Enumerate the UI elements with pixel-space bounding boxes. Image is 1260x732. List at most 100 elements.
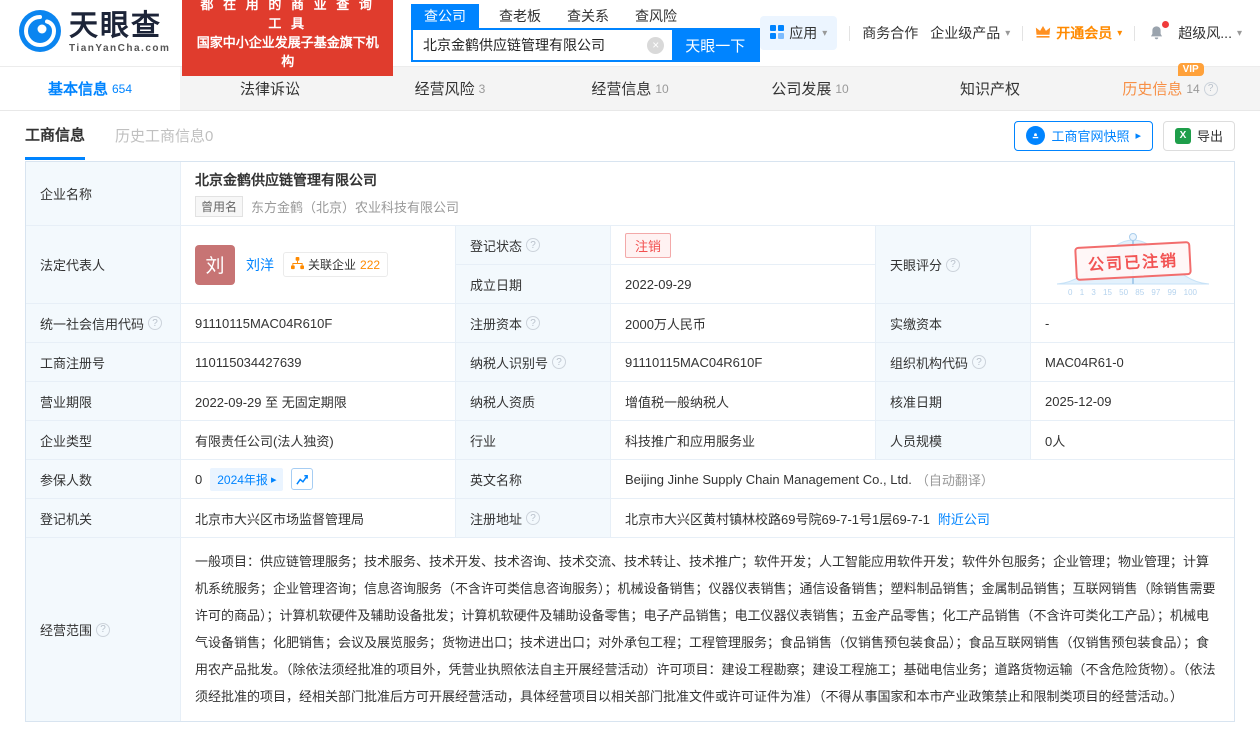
nav-super-risk-label: 超级风...	[1178, 25, 1232, 41]
field-value-company-name: 北京金鹤供应链管理有限公司 曾用名 东方金鹤（北京）农业科技有限公司	[181, 162, 1234, 226]
clear-search-icon[interactable]: ×	[647, 36, 665, 54]
excel-icon: X	[1174, 127, 1191, 144]
field-value-industry: 科技推广和应用服务业	[611, 421, 876, 460]
nearby-companies-link[interactable]: 附近公司	[938, 509, 990, 528]
field-label-taxpayer-quality: 纳税人资质	[456, 382, 611, 421]
official-snapshot-button[interactable]: 工商官网快照 ▸	[1014, 120, 1153, 151]
help-icon[interactable]: ?	[1203, 81, 1218, 96]
chevron-down-icon: ▾	[822, 27, 828, 39]
tab-count: 14	[1186, 81, 1200, 96]
field-value-taxpayer-id: 91110115MAC04R610F	[611, 343, 876, 382]
former-name: 东方金鹤（北京）农业科技有限公司	[251, 200, 460, 215]
subtab-business-info[interactable]: 工商信息	[25, 111, 86, 160]
tab-operating-info[interactable]: 经营信息 10	[540, 67, 720, 110]
nav-apps-label: 应用	[789, 25, 818, 41]
field-label-registration-number: 工商注册号	[26, 343, 181, 382]
help-icon[interactable]: ?	[552, 355, 567, 369]
export-label: 导出	[1196, 129, 1223, 144]
value-text: 2025-12-09	[1045, 393, 1112, 409]
registered-address: 北京市大兴区黄村镇林校路69号院69-7-1号1层69-7-1	[625, 511, 930, 527]
tab-history-info[interactable]: VIP 历史信息 14 ?	[1080, 63, 1260, 110]
tab-label: 经营信息	[591, 81, 652, 98]
field-label-registered-capital: 注册资本 ?	[456, 304, 611, 343]
label-text: 实缴资本	[890, 316, 943, 332]
tab-legal-proceedings[interactable]: 法律诉讼	[180, 67, 360, 110]
value-text: 2022-09-29 至 无固定期限	[195, 394, 347, 410]
chevron-down-icon: ▾	[1117, 27, 1123, 39]
related-companies-badge[interactable]: 关联企业 222	[283, 252, 389, 277]
value-text: -	[1045, 315, 1050, 331]
search-tab-company[interactable]: 查公司	[411, 4, 479, 28]
logo-eye-icon	[18, 9, 62, 58]
avatar[interactable]: 刘	[195, 244, 235, 285]
help-icon[interactable]: ?	[526, 316, 541, 330]
label-text: 统一社会信用代码	[40, 316, 145, 332]
label-text: 企业类型	[40, 433, 93, 449]
tab-company-development[interactable]: 公司发展 10	[720, 67, 900, 110]
field-label-org-code: 组织机构代码 ?	[876, 343, 1031, 382]
label-text: 营业期限	[40, 394, 93, 410]
tab-intellectual-property[interactable]: 知识产权	[900, 67, 1080, 110]
field-value-uscc: 91110115MAC04R610F	[181, 304, 456, 343]
tab-operating-risk[interactable]: 经营风险 3	[360, 67, 540, 110]
notifications-bell-icon[interactable]	[1147, 20, 1170, 43]
help-icon[interactable]: ?	[148, 316, 163, 330]
label-text: 登记机关	[40, 511, 93, 527]
field-label-tianyan-score: 天眼评分 ?	[876, 226, 1031, 304]
org-chart-icon	[291, 256, 304, 273]
field-label-business-scope: 经营范围 ?	[26, 538, 181, 721]
field-value-tianyan-score: 0 1 3 15 50 85 97 99 100 公司已注销	[1031, 226, 1234, 304]
help-icon[interactable]: ?	[946, 257, 961, 272]
arrow-right-icon: ▸	[270, 473, 277, 486]
nav-enterprise-products[interactable]: 企业级产品 ▾	[930, 23, 1010, 43]
tab-label: 经营风险	[414, 81, 475, 98]
insured-count: 0	[195, 471, 203, 487]
field-label-registration-authority: 登记机关	[26, 499, 181, 538]
legal-representative-link[interactable]: 刘洋	[246, 255, 274, 275]
help-icon[interactable]: ?	[972, 355, 987, 369]
export-button[interactable]: X 导出	[1162, 120, 1235, 151]
field-value-taxpayer-quality: 增值税一般纳税人	[611, 382, 876, 421]
value-text: 北京市大兴区市场监督管理局	[195, 511, 365, 527]
field-value-registered-capital: 2000万人民币	[611, 304, 876, 343]
trend-chart-icon[interactable]	[291, 468, 314, 490]
stamp-icon	[1026, 126, 1046, 145]
help-icon[interactable]: ?	[96, 622, 111, 637]
search-tab-boss[interactable]: 查老板	[499, 6, 541, 26]
business-scope-text: 一般项目：供应链管理服务；技术服务、技术开发、技术咨询、技术交流、技术转让、技术…	[195, 554, 1216, 704]
slogan-line1: 都 在 用 的 商 业 查 询 工 具	[200, 0, 375, 31]
notification-dot	[1162, 20, 1170, 28]
tab-count: 10	[655, 81, 669, 96]
deregistered-stamp: 公司已注销	[1073, 241, 1192, 282]
nav-open-vip[interactable]: 开通会员 ▾	[1035, 23, 1122, 43]
field-label-registration-status: 登记状态 ?	[456, 226, 611, 265]
tab-basic-info[interactable]: 基本信息 654	[0, 67, 180, 110]
brand-slogan-banner: 都 在 用 的 商 业 查 询 工 具 国家中小企业发展子基金旗下机构	[182, 0, 393, 76]
search-tab-risk[interactable]: 查风险	[635, 6, 677, 26]
field-value-org-code: MAC04R61-0	[1031, 343, 1234, 382]
help-icon[interactable]: ?	[526, 511, 541, 525]
search-area: 查公司 查老板 查关系 查风险 × 天眼一下	[411, 4, 761, 62]
nav-business-cooperation[interactable]: 商务合作	[862, 23, 918, 43]
tianyancha-logo[interactable]: 天眼查 TianYanCha.com	[18, 9, 170, 58]
field-label-uscc: 统一社会信用代码 ?	[26, 304, 181, 343]
help-icon[interactable]: ?	[526, 238, 541, 252]
nav-apps[interactable]: 应用 ▾	[760, 16, 838, 50]
top-header: 天眼查 TianYanCha.com 都 在 用 的 商 业 查 询 工 具 国…	[0, 0, 1260, 76]
company-name: 北京金鹤供应链管理有限公司	[195, 172, 377, 188]
search-tab-relation[interactable]: 查关系	[567, 6, 609, 26]
label-text: 注册资本	[470, 316, 523, 332]
field-label-industry: 行业	[456, 421, 611, 460]
subtab-history-business-info[interactable]: 历史工商信息0	[115, 111, 213, 160]
label-text: 企业名称	[40, 187, 93, 202]
annual-report-badge[interactable]: 2024年报 ▸	[210, 467, 284, 491]
search-button[interactable]: 天眼一下	[672, 30, 759, 60]
subtab-bar: 工商信息 历史工商信息0 工商官网快照 ▸ X 导出	[0, 111, 1260, 160]
nav-super-risk[interactable]: 超级风... ▾	[1178, 23, 1242, 43]
field-value-company-type: 有限责任公司(法人独资)	[181, 421, 456, 460]
logo-domain: TianYanCha.com	[69, 43, 171, 54]
search-input[interactable]	[413, 30, 648, 60]
related-count: 222	[360, 257, 381, 272]
label-text: 成立日期	[470, 277, 523, 293]
field-value-english-name: Beijing Jinhe Supply Chain Management Co…	[611, 460, 1234, 499]
